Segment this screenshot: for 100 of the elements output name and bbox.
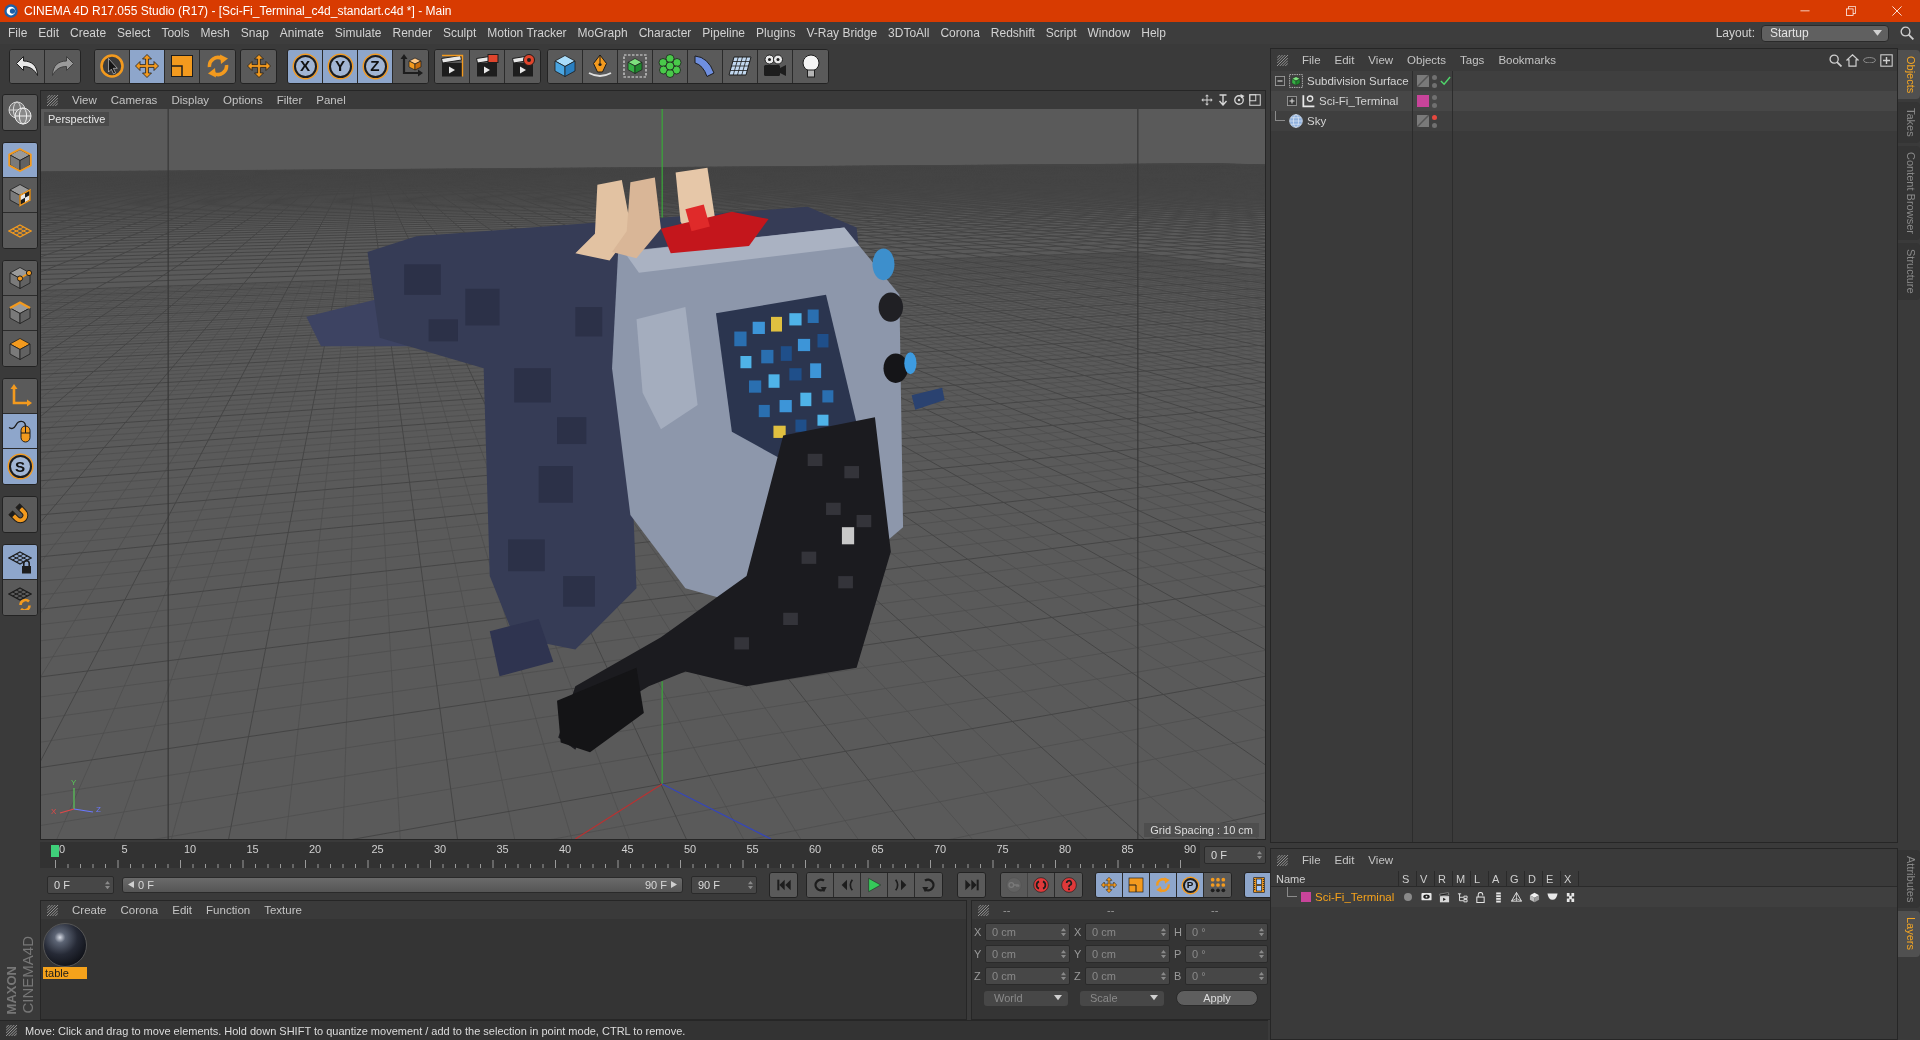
panel-menu-item[interactable]: Objects [1407, 54, 1447, 66]
panel-menu-item[interactable]: Edit [172, 904, 193, 916]
previous-key-button[interactable] [807, 873, 834, 897]
make-editable-button[interactable] [3, 95, 37, 130]
menu-item[interactable]: Window [1087, 26, 1131, 40]
panel-menu-item[interactable]: Corona [120, 904, 159, 916]
panel-menu-item[interactable]: Filter [276, 94, 303, 106]
menu-item[interactable]: Motion Tracker [487, 26, 567, 40]
column-header[interactable]: G [1507, 871, 1525, 886]
panel-tab[interactable]: Attributes [1898, 850, 1920, 909]
timeline-button[interactable] [1245, 873, 1272, 897]
end-frame-field[interactable]: 90 F [691, 876, 757, 894]
panel-menu-item[interactable]: Panel [316, 94, 346, 106]
panel-tab[interactable]: Layers [1898, 911, 1920, 957]
panel-menu-item[interactable]: Bookmarks [1498, 54, 1556, 66]
menu-item[interactable]: Edit [38, 26, 60, 40]
object-name[interactable]: Sci-Fi_Terminal [1319, 95, 1399, 107]
column-header[interactable]: M [1453, 871, 1471, 886]
menu-item[interactable]: Corona [940, 26, 980, 40]
menu-item[interactable]: Help [1141, 26, 1166, 40]
editor-visibility-dot-icon[interactable] [1432, 94, 1437, 100]
timeline-ruler[interactable]: 0 5 10 15 20 25 30 35 40 45 50 55 60 65 70 75 80 85 90 [40, 842, 1200, 868]
axis-lock-button[interactable]: Y [323, 49, 358, 83]
cube-icon[interactable] [1528, 891, 1540, 903]
node-icon[interactable] [1564, 891, 1576, 903]
current-frame-field[interactable]: 0 F [1204, 846, 1266, 864]
menu-item[interactable]: Snap [240, 26, 269, 40]
menu-item[interactable]: MoGraph [577, 26, 628, 40]
position-key-button[interactable] [1096, 873, 1123, 897]
points-mode-button[interactable] [3, 261, 37, 296]
move-tool-button[interactable] [130, 49, 165, 83]
render-view-button[interactable] [435, 49, 470, 83]
down-arrow-icon[interactable] [1217, 94, 1229, 106]
menu-item[interactable]: File [8, 26, 28, 40]
home-icon[interactable] [1846, 53, 1859, 67]
plus-box-icon[interactable] [1287, 96, 1297, 106]
check-icon[interactable] [1440, 76, 1451, 86]
cross-arrows-icon[interactable] [1201, 94, 1213, 106]
layer-row[interactable]: Sci-Fi_Terminal [1271, 887, 1897, 907]
parameter-key-button[interactable]: P [1177, 873, 1204, 897]
padlock-icon[interactable] [1474, 891, 1486, 903]
search-icon[interactable] [1900, 26, 1914, 40]
column-header[interactable]: R [1435, 871, 1453, 886]
menu-item[interactable]: Pipeline [702, 26, 746, 40]
panel-tab[interactable]: Takes [1898, 102, 1920, 144]
magnet-button[interactable] [3, 497, 37, 532]
model-mode-button[interactable] [3, 143, 37, 178]
editor-visibility-dot-icon[interactable] [1432, 114, 1437, 120]
panel-menu-item[interactable]: View [1368, 54, 1394, 66]
editor-visibility-dot-icon[interactable] [1432, 74, 1437, 80]
panel-menu-item[interactable]: Display [171, 94, 210, 106]
column-header[interactable]: X [1561, 871, 1579, 886]
column-header[interactable]: A [1489, 871, 1507, 886]
panel-tab[interactable]: Content Browser [1898, 146, 1920, 240]
scale-key-button[interactable] [1123, 873, 1150, 897]
menu-item[interactable]: Tools [161, 26, 190, 40]
menu-item[interactable]: Redshift [990, 26, 1035, 40]
minus-box-icon[interactable] [1275, 76, 1285, 86]
bowl-icon[interactable] [1546, 893, 1558, 901]
search-icon[interactable] [1829, 53, 1842, 67]
axis-mode-button[interactable] [3, 379, 37, 414]
axis-lock-button[interactable]: X [288, 49, 323, 83]
panel-menu-item[interactable]: File [1302, 54, 1321, 66]
clapperboard-icon[interactable] [1438, 891, 1450, 903]
tree-row[interactable]: Sky [1271, 111, 1897, 131]
menu-item[interactable]: 3DToAll [888, 26, 930, 40]
panel-tab[interactable]: Objects [1898, 50, 1920, 100]
menu-item[interactable]: V-Ray Bridge [806, 26, 878, 40]
layout-dropdown[interactable]: Startup [1761, 24, 1889, 42]
material-name[interactable]: table [43, 967, 87, 979]
column-header[interactable]: S [1399, 871, 1417, 886]
panel-menu-item[interactable]: View [72, 94, 97, 106]
tree-row[interactable]: Subdivision Surface [1271, 71, 1897, 91]
column-header[interactable]: D [1525, 871, 1543, 886]
panel-menu-item[interactable]: Cameras [110, 94, 158, 106]
panel-tab[interactable]: Structure [1898, 243, 1920, 300]
panel-menu-item[interactable]: Edit [1334, 54, 1355, 66]
range-slider[interactable]: 0 F 90 F [122, 877, 683, 893]
column-header[interactable]: V [1417, 871, 1435, 886]
material-preview[interactable] [43, 923, 87, 967]
menu-item[interactable]: Create [70, 26, 107, 40]
playhead-marker[interactable] [51, 845, 59, 857]
menu-item[interactable]: Simulate [334, 26, 382, 40]
new-window-icon[interactable] [1880, 53, 1893, 67]
cube-button[interactable] [548, 49, 583, 83]
panel-menu-item[interactable]: Texture [264, 904, 302, 916]
pyramid-icon[interactable] [1510, 891, 1522, 903]
viewport-canvas[interactable]: Perspective Grid Spacing : 10 cm Y X Z [41, 109, 1265, 839]
maximize-icon[interactable] [1249, 94, 1261, 106]
eye-icon[interactable] [1420, 893, 1432, 901]
render-visibility-dot-icon[interactable] [1432, 82, 1437, 88]
menu-item[interactable]: Mesh [200, 26, 230, 40]
column-header[interactable]: Name [1271, 871, 1399, 886]
panel-menu-item[interactable]: File [1302, 854, 1321, 866]
select-tool-button[interactable] [95, 49, 130, 83]
column-header[interactable]: E [1543, 871, 1561, 886]
ellipse-icon[interactable] [1863, 56, 1876, 64]
panel-menu-item[interactable]: Tags [1460, 54, 1485, 66]
render-visibility-dot-icon[interactable] [1432, 102, 1437, 108]
panel-menu-item[interactable]: Options [223, 94, 263, 106]
